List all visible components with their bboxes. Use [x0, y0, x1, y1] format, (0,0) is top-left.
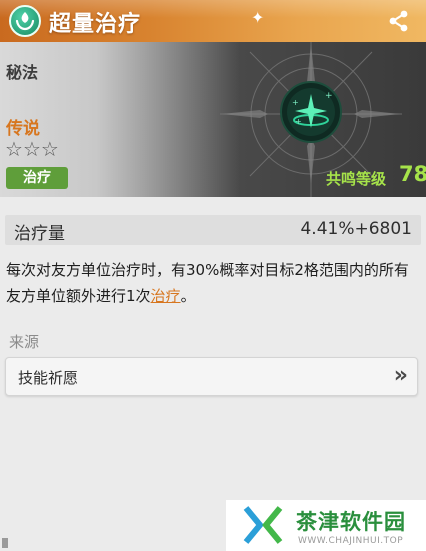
description-suffix: 。 — [180, 287, 196, 305]
stat-value: 4.41%+6801 — [300, 219, 412, 239]
watermark-name: 茶津软件园 — [296, 510, 406, 534]
skill-description: 每次对友方单位治疗时，有30%概率对目标2格范围内的所有友方单位额外进行1次治疗… — [6, 257, 420, 309]
star-rating: ☆☆☆ — [5, 139, 59, 159]
corner-mark — [2, 538, 8, 548]
share-icon[interactable] — [386, 8, 412, 34]
svg-text:+: + — [325, 91, 333, 101]
stat-label: 治疗量 — [14, 224, 65, 244]
resonance-level-label: 共鸣等级 — [326, 170, 387, 188]
svg-text:+: + — [292, 98, 299, 107]
page-title: 超量治疗 — [49, 12, 142, 37]
source-item-label: 技能祈愿 — [18, 369, 79, 387]
description-text: 每次对友方单位治疗时，有30%概率对目标2格范围内的所有友方单位额外进行1次 — [6, 261, 409, 305]
star-icon: ☆ — [40, 137, 59, 161]
star-icon: ☆ — [22, 137, 41, 161]
resonance-level-value: 78 — [399, 162, 426, 186]
star-icon: ☆ — [5, 137, 23, 161]
healing-stat-row: 治疗量 4.41%+6801 — [5, 215, 421, 245]
category-tag: 治疗 — [6, 167, 68, 189]
watermark-logo — [243, 506, 283, 544]
title-bar: 超量治疗 ✦ — [0, 0, 426, 42]
watermark-url: WWW.CHAJINHUI.TOP — [298, 536, 404, 546]
skill-type-label: 秘法 — [6, 63, 39, 82]
skill-emblem-icon: + + + — [280, 81, 342, 143]
source-skill-wish-button[interactable]: 技能祈愿 » — [5, 357, 418, 396]
watermark: 茶津软件园 WWW.CHAJINHUI.TOP — [226, 500, 426, 551]
healing-category-icon — [9, 5, 41, 37]
svg-text:+: + — [295, 117, 302, 126]
sparkle-icon: ✦ — [251, 8, 265, 27]
healing-keyword-link[interactable]: 治疗 — [151, 287, 181, 305]
skill-card: 秘法 传说 ☆☆☆ 治疗 + + + 共鸣等级 78 — [0, 42, 426, 197]
rarity-label: 传说 — [6, 119, 40, 139]
source-section-title: 来源 — [9, 333, 40, 351]
double-chevron-right-icon: » — [393, 363, 408, 388]
